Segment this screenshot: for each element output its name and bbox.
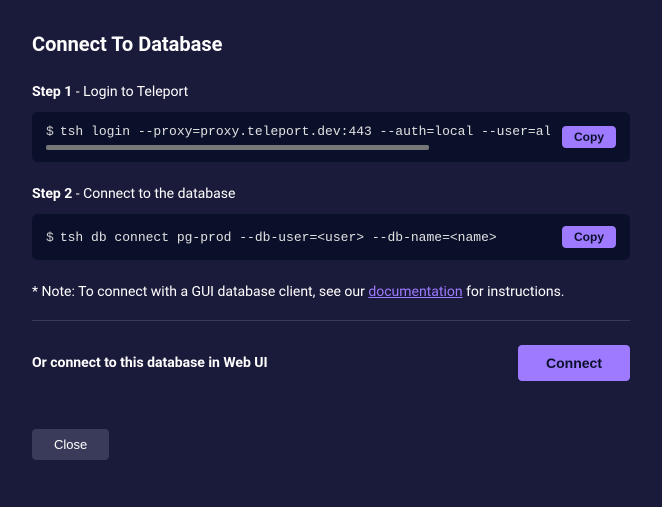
step1-command: tsh login --proxy=proxy.teleport.dev:443… (60, 124, 550, 139)
divider (32, 320, 630, 321)
note-prefix: * Note: To connect with a GUI database c… (32, 284, 368, 300)
step2-prompt: $ (46, 230, 54, 245)
step1-label-bold: Step 1 (32, 84, 72, 100)
step1-prompt: $ (46, 124, 54, 139)
webui-row: Or connect to this database in Web UI Co… (32, 345, 630, 381)
step2-copy-button[interactable]: Copy (562, 226, 616, 248)
step1-label: Step 1 - Login to Teleport (32, 84, 630, 100)
step1-scrollbar-thumb[interactable] (46, 145, 429, 150)
close-button[interactable]: Close (32, 429, 109, 460)
connect-button[interactable]: Connect (518, 345, 630, 381)
step2-code-block: $ tsh db connect pg-prod --db-user=<user>… (32, 214, 630, 260)
step2-label-rest: - Connect to the database (72, 186, 235, 202)
step2-code-content: $ tsh db connect pg-prod --db-user=<user>… (46, 230, 550, 245)
note-suffix: for instructions. (463, 284, 565, 300)
step2-command-line: $ tsh db connect pg-prod --db-user=<user>… (46, 230, 550, 245)
webui-label: Or connect to this database in Web UI (32, 355, 268, 371)
step2-label-bold: Step 2 (32, 186, 72, 202)
documentation-link[interactable]: documentation (368, 284, 462, 300)
dialog-title: Connect To Database (32, 32, 630, 56)
step1-label-rest: - Login to Teleport (72, 84, 188, 100)
step1-code-content: $ tsh login --proxy=proxy.teleport.dev:44… (46, 124, 550, 150)
step1-code-block: $ tsh login --proxy=proxy.teleport.dev:44… (32, 112, 630, 162)
step1-command-line: $ tsh login --proxy=proxy.teleport.dev:44… (46, 124, 550, 139)
step1-copy-button[interactable]: Copy (562, 126, 616, 148)
step2-command: tsh db connect pg-prod --db-user=<user> … (60, 230, 497, 245)
step2-label: Step 2 - Connect to the database (32, 186, 630, 202)
note-text: * Note: To connect with a GUI database c… (32, 284, 630, 300)
step1-scrollbar[interactable] (46, 145, 550, 150)
